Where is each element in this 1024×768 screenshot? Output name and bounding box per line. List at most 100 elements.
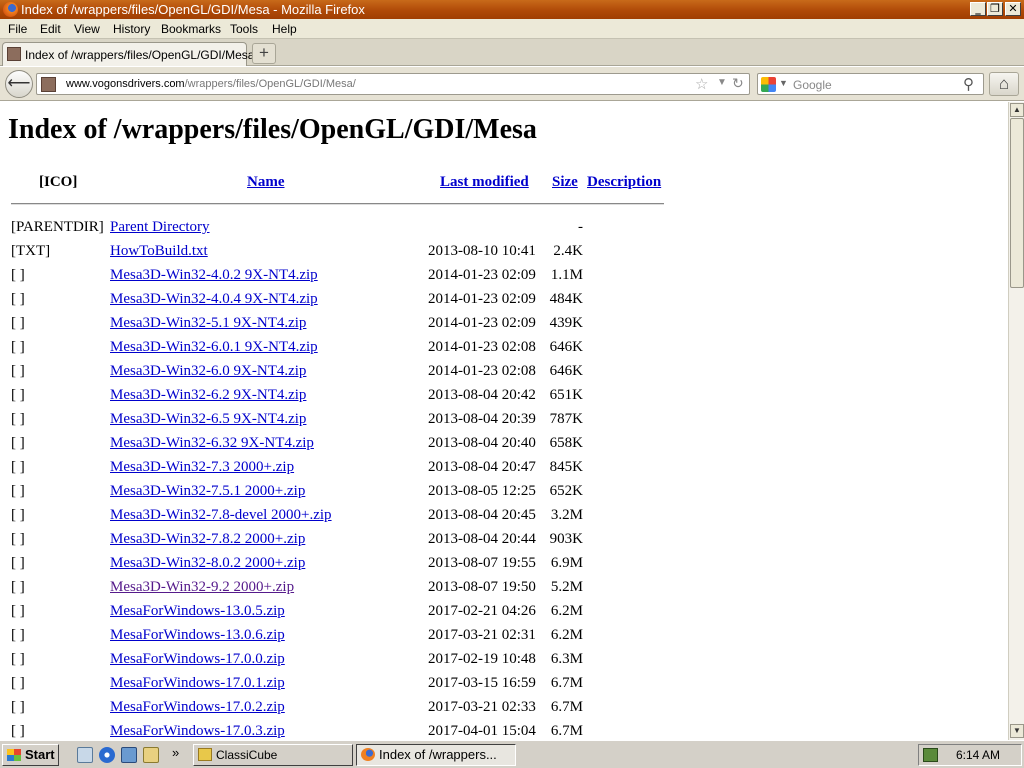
file-link[interactable]: Mesa3D-Win32-6.0.1 9X-NT4.zip bbox=[110, 339, 318, 356]
scroll-up-icon[interactable]: ▲ bbox=[1010, 103, 1024, 117]
windows-logo-icon bbox=[7, 749, 21, 761]
file-link[interactable]: Mesa3D-Win32-7.8-devel 2000+.zip bbox=[110, 507, 332, 524]
file-type-icon-text: [ ] bbox=[11, 627, 25, 643]
search-icon[interactable]: ⚲ bbox=[963, 75, 974, 93]
file-link[interactable]: Mesa3D-Win32-7.5.1 2000+.zip bbox=[110, 483, 305, 500]
file-link[interactable]: Mesa3D-Win32-4.0.4 9X-NT4.zip bbox=[110, 291, 318, 308]
file-link[interactable]: MesaForWindows-17.0.2.zip bbox=[110, 699, 285, 716]
file-link[interactable]: Mesa3D-Win32-6.5 9X-NT4.zip bbox=[110, 411, 306, 428]
close-button[interactable]: ✕ bbox=[1005, 2, 1021, 16]
start-button[interactable]: Start bbox=[2, 744, 59, 766]
navigation-bar: ⟵ www.vogonsdrivers.com/wrappers/files/O… bbox=[0, 67, 1024, 101]
table-row: [ ] MesaForWindows-13.0.5.zip 2017-02-21 0… bbox=[0, 601, 700, 625]
file-type-icon-text: [ ] bbox=[11, 363, 25, 379]
file-link[interactable]: MesaForWindows-17.0.0.zip bbox=[110, 651, 285, 668]
file-date: 2013-08-04 20:45 bbox=[428, 507, 536, 523]
table-row: [ ] Mesa3D-Win32-6.0.1 9X-NT4.zip 2014-01-… bbox=[0, 337, 700, 361]
file-date: 2013-08-04 20:42 bbox=[428, 387, 536, 403]
file-link[interactable]: MesaForWindows-17.0.1.zip bbox=[110, 675, 285, 692]
taskbar-button-firefox[interactable]: Index of /wrappers... bbox=[356, 744, 516, 766]
tab-strip: Index of /wrappers/files/OpenGL/GDI/Mesa… bbox=[0, 39, 1024, 66]
site-favicon-icon bbox=[7, 47, 21, 61]
search-engine-dropdown-icon[interactable]: ▼ bbox=[779, 78, 788, 88]
file-date: 2013-08-07 19:55 bbox=[428, 555, 536, 571]
reload-icon[interactable]: ↻ bbox=[732, 75, 744, 92]
table-row: [ ] MesaForWindows-13.0.6.zip 2017-03-21 0… bbox=[0, 625, 700, 649]
file-size: 439K bbox=[549, 315, 583, 331]
file-type-icon-text: [ ] bbox=[11, 435, 25, 451]
system-tray: 6:14 AM bbox=[918, 744, 1022, 766]
explorer-icon[interactable] bbox=[143, 747, 159, 763]
start-label: Start bbox=[25, 747, 55, 762]
site-identity-icon[interactable] bbox=[41, 77, 56, 92]
file-size: 845K bbox=[549, 459, 583, 475]
page-title: Index of /wrappers/files/OpenGL/GDI/Mesa bbox=[8, 114, 537, 145]
file-size: 6.2M bbox=[550, 627, 583, 643]
bookmark-star-icon[interactable]: ☆ bbox=[695, 75, 708, 93]
table-row: [ ] Mesa3D-Win32-9.2 2000+.zip 2013-08-07 … bbox=[0, 577, 700, 601]
tab-current[interactable]: Index of /wrappers/files/OpenGL/GDI/Mesa bbox=[2, 42, 254, 66]
new-tab-button[interactable]: + bbox=[252, 43, 276, 64]
file-link[interactable]: MesaForWindows-17.0.3.zip bbox=[110, 723, 285, 740]
file-link[interactable]: Mesa3D-Win32-6.32 9X-NT4.zip bbox=[110, 435, 314, 452]
file-date: 2013-08-04 20:40 bbox=[428, 435, 536, 451]
file-link[interactable]: Mesa3D-Win32-9.2 2000+.zip bbox=[110, 579, 294, 596]
file-link[interactable]: Mesa3D-Win32-5.1 9X-NT4.zip bbox=[110, 315, 306, 332]
quicklaunch-overflow[interactable]: » bbox=[172, 745, 179, 760]
file-size: 6.7M bbox=[550, 699, 583, 715]
table-row: [ ] Mesa3D-Win32-7.3 2000+.zip 2013-08-04 … bbox=[0, 457, 700, 481]
restore-button[interactable]: ❐ bbox=[987, 2, 1003, 16]
menu-edit[interactable]: Edit bbox=[40, 22, 61, 36]
minimize-button[interactable]: _ bbox=[970, 2, 986, 16]
outlook-express-icon[interactable] bbox=[121, 747, 137, 763]
menu-help[interactable]: Help bbox=[272, 22, 297, 36]
file-link[interactable]: Parent Directory bbox=[110, 219, 210, 236]
home-button[interactable]: ⌂ bbox=[989, 72, 1019, 96]
history-dropdown-icon[interactable]: ▼ bbox=[717, 77, 727, 88]
file-date: 2013-08-05 12:25 bbox=[428, 483, 536, 499]
file-link[interactable]: Mesa3D-Win32-7.3 2000+.zip bbox=[110, 459, 294, 476]
column-name-link[interactable]: Name bbox=[247, 174, 285, 191]
table-row: [TXT] HowToBuild.txt 2013-08-10 10:41 2.4K bbox=[0, 241, 700, 265]
file-link[interactable]: MesaForWindows-13.0.6.zip bbox=[110, 627, 285, 644]
menu-view[interactable]: View bbox=[74, 22, 100, 36]
menu-history[interactable]: History bbox=[113, 22, 150, 36]
file-link[interactable]: Mesa3D-Win32-7.8.2 2000+.zip bbox=[110, 531, 305, 548]
file-type-icon-text: [ ] bbox=[11, 411, 25, 427]
menu-file[interactable]: File bbox=[8, 22, 27, 36]
file-type-icon-text: [ ] bbox=[11, 699, 25, 715]
taskbar: Start » ClassiCube Index of /wrappers...… bbox=[0, 740, 1024, 768]
file-link[interactable]: Mesa3D-Win32-4.0.2 9X-NT4.zip bbox=[110, 267, 318, 284]
column-size-link[interactable]: Size bbox=[552, 174, 578, 191]
scroll-thumb[interactable] bbox=[1010, 118, 1024, 288]
network-icon[interactable] bbox=[923, 748, 938, 762]
file-size: 3.2M bbox=[550, 507, 583, 523]
menu-bookmarks[interactable]: Bookmarks bbox=[161, 22, 221, 36]
back-button[interactable]: ⟵ bbox=[5, 70, 33, 98]
file-link[interactable]: Mesa3D-Win32-6.0 9X-NT4.zip bbox=[110, 363, 306, 380]
file-link[interactable]: Mesa3D-Win32-8.0.2 2000+.zip bbox=[110, 555, 305, 572]
file-link[interactable]: MesaForWindows-13.0.5.zip bbox=[110, 603, 285, 620]
file-link[interactable]: Mesa3D-Win32-6.2 9X-NT4.zip bbox=[110, 387, 306, 404]
table-row: [ ] MesaForWindows-17.0.1.zip 2017-03-15 1… bbox=[0, 673, 700, 697]
file-link[interactable]: HowToBuild.txt bbox=[110, 243, 208, 260]
vertical-scrollbar[interactable]: ▲ ▼ bbox=[1008, 102, 1024, 740]
file-size: 903K bbox=[549, 531, 583, 547]
show-desktop-icon[interactable] bbox=[77, 747, 93, 763]
column-description-link[interactable]: Description bbox=[587, 174, 661, 191]
google-icon[interactable] bbox=[761, 77, 776, 92]
scroll-down-icon[interactable]: ▼ bbox=[1010, 724, 1024, 738]
file-date: 2013-08-04 20:47 bbox=[428, 459, 536, 475]
file-size: 6.3M bbox=[550, 651, 583, 667]
search-bar[interactable]: ▼ Google ⚲ bbox=[757, 73, 984, 95]
url-bar[interactable]: www.vogonsdrivers.com/wrappers/files/Ope… bbox=[36, 73, 750, 95]
file-size: 1.1M bbox=[550, 267, 583, 283]
menu-tools[interactable]: Tools bbox=[230, 22, 258, 36]
taskbar-button-classicube[interactable]: ClassiCube bbox=[193, 744, 353, 766]
back-arrow-icon: ⟵ bbox=[7, 75, 31, 92]
internet-explorer-icon[interactable] bbox=[99, 747, 115, 763]
column-last-modified-link[interactable]: Last modified bbox=[440, 174, 529, 191]
file-size: 6.7M bbox=[550, 675, 583, 691]
file-type-icon-text: [ ] bbox=[11, 675, 25, 691]
file-size: 646K bbox=[549, 339, 583, 355]
